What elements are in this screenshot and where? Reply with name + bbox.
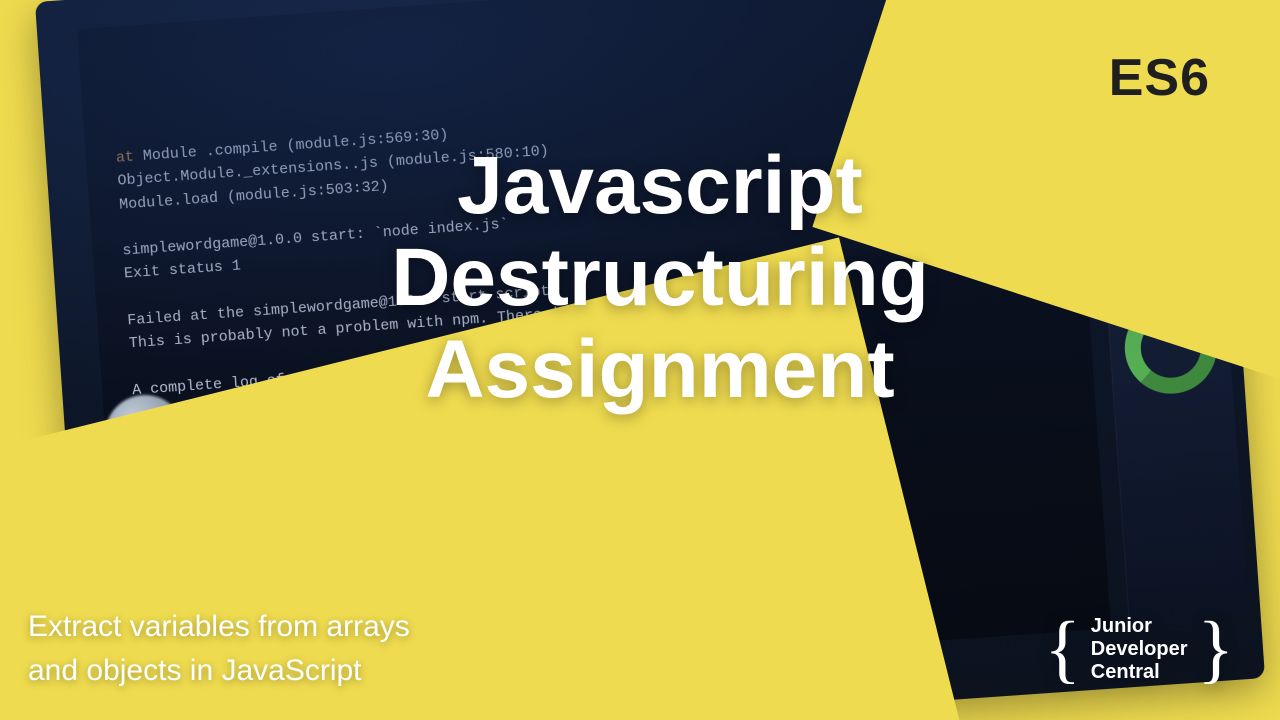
brand-logo: { Junior Developer Central } [1044,615,1234,684]
brand-words: Junior Developer Central [1091,615,1188,684]
subtitle-line-2: and objects in JavaScript [28,649,410,693]
brace-close-icon: } [1198,619,1234,680]
title-line-1: Javascript [280,140,1040,232]
thumbnail-stage: at Module .compile (module.js:569:30) Ob… [0,0,1280,720]
main-title: Javascript Destructuring Assignment [280,140,1040,415]
title-line-2: Destructuring [280,232,1040,324]
subtitle-line-1: Extract variables from arrays [28,605,410,649]
subtitle: Extract variables from arrays and object… [28,605,410,692]
brace-open-icon: { [1044,619,1080,680]
title-line-3: Assignment [280,324,1040,416]
es6-badge: ES6 [1109,48,1210,108]
